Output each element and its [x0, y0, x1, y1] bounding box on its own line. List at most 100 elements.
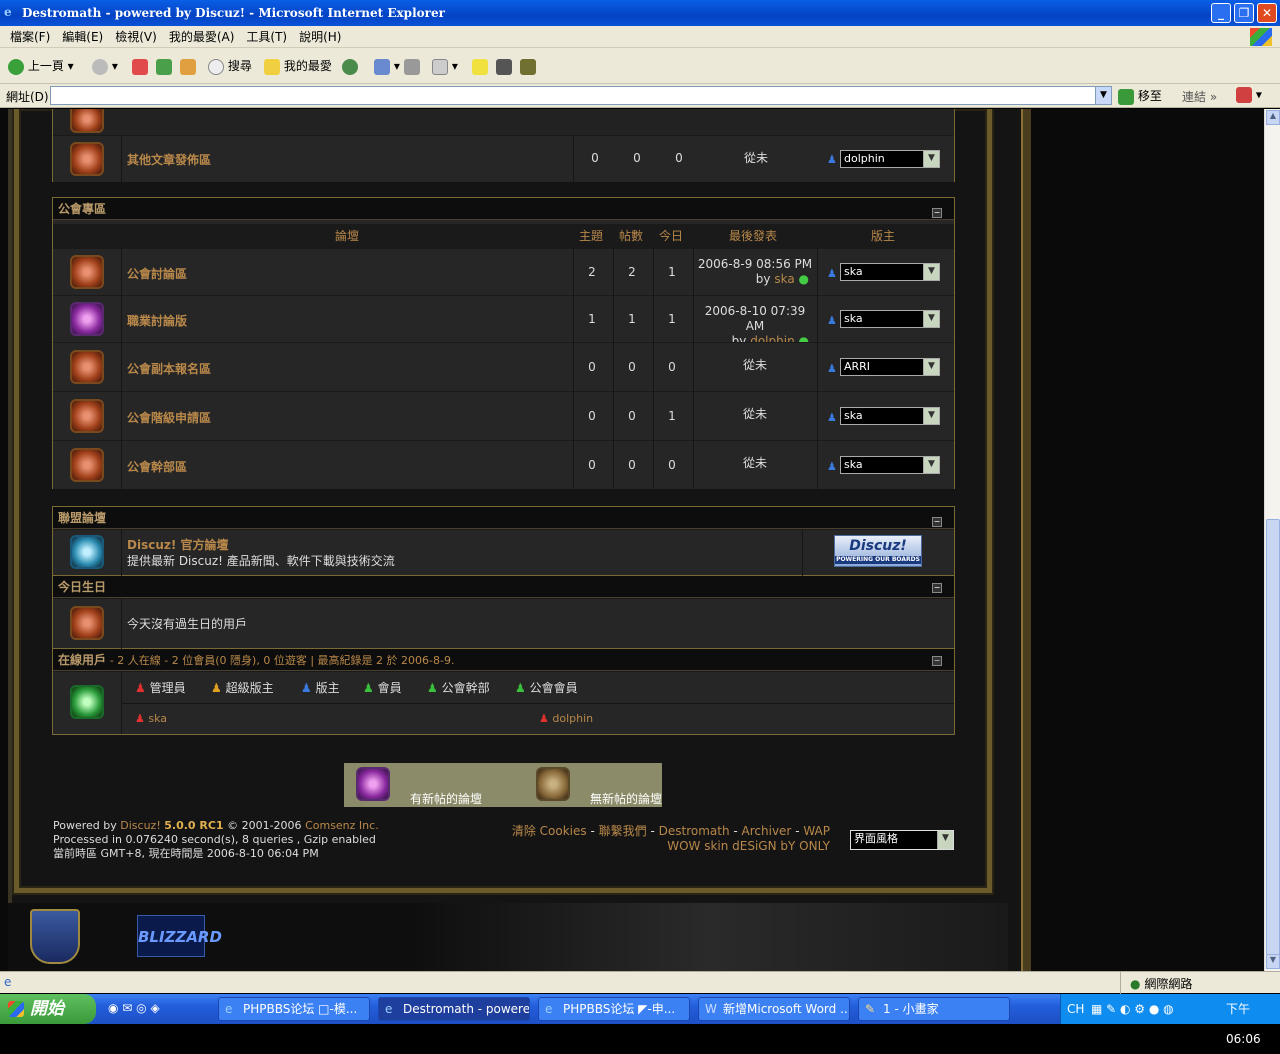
- forum-link[interactable]: 公會副本報名區: [127, 360, 211, 377]
- toolbar: 上一頁 ▾ ▾ 搜尋 我的最愛 ▾ ▾: [0, 48, 1280, 84]
- home-button[interactable]: [180, 56, 196, 76]
- clear-cookies-link[interactable]: 清除 Cookies: [512, 824, 587, 838]
- style-select[interactable]: 界面風格 ▼: [850, 830, 954, 850]
- section-title: 公會專區 −: [53, 198, 954, 220]
- topic-count: 0: [591, 151, 599, 165]
- address-input[interactable]: ▼: [50, 86, 1112, 105]
- chevron-down-icon: ▼: [923, 264, 939, 280]
- menu-file[interactable]: 檔案(F): [4, 26, 56, 48]
- menu-view[interactable]: 檢視(V): [109, 26, 163, 48]
- moderator-select[interactable]: dolphin ▼: [840, 150, 940, 168]
- table-row[interactable]: 職業討論版 1 1 1 2006-8-10 07:39 AM by dolphin…: [53, 295, 954, 348]
- start-button[interactable]: 開始: [0, 994, 96, 1024]
- table-row[interactable]: 其他文章發佈區 0 0 0 從未 ♟ dolphin ▼: [53, 135, 954, 182]
- wap-link[interactable]: WAP: [803, 824, 830, 838]
- footer-links: 清除 Cookies - 聯繫我們 - Destromath - Archive…: [470, 824, 830, 854]
- table-row[interactable]: 公會幹部區 0 0 0 從未 ♟ ska ▼: [53, 440, 954, 489]
- refresh-icon: [156, 58, 172, 75]
- language-indicator[interactable]: CH: [1067, 994, 1084, 1024]
- menu-help[interactable]: 說明(H): [293, 26, 347, 48]
- taskbar-item[interactable]: W 新增Microsoft Word ...: [698, 997, 850, 1021]
- mail-button[interactable]: ▾: [374, 56, 400, 76]
- forum-link[interactable]: 公會階級申請區: [127, 409, 211, 426]
- edit-button[interactable]: ▾: [432, 56, 458, 76]
- messenger-button[interactable]: [496, 56, 512, 76]
- table-row[interactable]: 公會討論區 2 2 1 2006-8-9 08:56 PM by ska ● ♟ …: [53, 248, 954, 295]
- links-button[interactable]: 連結 »: [1182, 88, 1217, 105]
- archiver-link[interactable]: Archiver: [742, 824, 792, 838]
- online-user[interactable]: ♟ ska: [135, 712, 167, 725]
- online-title-link[interactable]: 在線用戶: [58, 653, 106, 667]
- stop-button[interactable]: [132, 56, 148, 76]
- scroll-down-icon[interactable]: ▼: [1266, 954, 1280, 969]
- translate-button[interactable]: ▾: [1236, 87, 1262, 103]
- menu-edit[interactable]: 編輯(E): [56, 26, 109, 48]
- history-button[interactable]: [342, 56, 358, 76]
- moderator-select[interactable]: ska ▼: [840, 310, 940, 328]
- taskbar-item[interactable]: e PHPBBS论坛 □-模...: [218, 997, 370, 1021]
- online-user[interactable]: ♟ dolphin: [539, 712, 593, 725]
- discuss-button[interactable]: [472, 56, 488, 76]
- quicklaunch-icons[interactable]: ◉ ✉ ◎ ◈: [108, 1001, 160, 1015]
- print-button[interactable]: [404, 56, 420, 76]
- go-post-icon[interactable]: ●: [799, 272, 809, 286]
- vertical-scrollbar[interactable]: ▲ ▼: [1264, 109, 1280, 971]
- forum-icon: [70, 109, 104, 133]
- table-row: 今天沒有過生日的用戶: [53, 598, 954, 649]
- moderator-select[interactable]: ARRI ▼: [840, 358, 940, 376]
- clock: 下午 06:06: [1226, 1002, 1261, 1046]
- collapse-icon[interactable]: −: [932, 208, 942, 218]
- collapse-icon[interactable]: −: [932, 517, 942, 527]
- taskbar-item-active[interactable]: eDestromath - powered ...: [378, 997, 530, 1021]
- topic-count: 2: [588, 265, 596, 279]
- maximize-button[interactable]: ❐: [1234, 3, 1254, 23]
- column-headers: 論壇 主題 帖數 今日 最後發表 版主: [53, 224, 954, 248]
- home-link[interactable]: Destromath: [659, 824, 730, 838]
- window-titlebar[interactable]: e Destromath - powered by Discuz! - Micr…: [0, 0, 1280, 26]
- contact-link[interactable]: 聯繫我們: [599, 824, 647, 838]
- scroll-up-icon[interactable]: ▲: [1266, 110, 1280, 125]
- discuz-link[interactable]: Discuz!: [120, 819, 160, 832]
- comsenz-link[interactable]: Comsenz Inc.: [305, 819, 379, 832]
- alliance-link[interactable]: Discuz! 官方論壇: [127, 536, 229, 553]
- mod-user-icon: ♟: [301, 681, 312, 695]
- research-button[interactable]: [520, 56, 536, 76]
- table-row[interactable]: 公會副本報名區 0 0 0 從未 ♟ ARRI ▼: [53, 342, 954, 391]
- menu-favorites[interactable]: 我的最愛(A): [163, 26, 241, 48]
- table-row[interactable]: 公會階級申請區 0 0 1 從未 ♟ ska ▼: [53, 391, 954, 440]
- alliance-crest-icon: [30, 909, 80, 964]
- discuz-logo[interactable]: Discuz! POWERING OUR BOARDS: [834, 535, 922, 567]
- table-row[interactable]: [53, 109, 954, 135]
- moderator-select[interactable]: ska ▼: [840, 456, 940, 474]
- back-button[interactable]: 上一頁 ▾: [8, 56, 74, 76]
- moderator-select[interactable]: ska ▼: [840, 407, 940, 425]
- legend-guild-member: ♟ 公會會員: [515, 681, 578, 695]
- admin-user-icon: ♟: [135, 681, 146, 695]
- forum-box-top: 其他文章發佈區 0 0 0 從未 ♟ dolphin ▼: [52, 109, 955, 182]
- go-button[interactable]: 移至: [1118, 87, 1162, 105]
- taskbar-item[interactable]: ✎ 1 - 小畫家: [858, 997, 1010, 1021]
- moderator-select[interactable]: ska ▼: [840, 263, 940, 281]
- scroll-thumb[interactable]: [1266, 519, 1280, 959]
- collapse-icon[interactable]: −: [932, 656, 942, 666]
- close-button[interactable]: ✕: [1257, 3, 1277, 23]
- favorites-button[interactable]: 我的最愛: [264, 56, 332, 76]
- forum-link[interactable]: 職業討論版: [127, 312, 187, 329]
- menu-tools[interactable]: 工具(T): [240, 26, 293, 48]
- refresh-button[interactable]: [156, 56, 172, 76]
- blizzard-logo[interactable]: BLIZZARD: [137, 915, 222, 957]
- taskbar-item[interactable]: e PHPBBS论坛 ◤-申...: [538, 997, 690, 1021]
- table-row[interactable]: Discuz! 官方論壇 提供最新 Discuz! 產品新聞、軟件下載與技術交流…: [53, 529, 954, 576]
- minimize-button[interactable]: _: [1211, 3, 1231, 23]
- section-title: 今日生日 −: [53, 576, 954, 598]
- collapse-icon[interactable]: −: [932, 583, 942, 593]
- topic-count: 0: [588, 458, 596, 472]
- tray-icons[interactable]: ▦ ✎ ◐ ⚙ ● ◍: [1091, 994, 1174, 1024]
- birthday-icon: [70, 606, 104, 640]
- forum-link[interactable]: 公會幹部區: [127, 458, 187, 475]
- address-dropdown-icon[interactable]: ▼: [1095, 87, 1111, 104]
- forward-button[interactable]: ▾: [92, 56, 118, 76]
- user-link[interactable]: ska: [774, 272, 794, 286]
- chevron-down-icon: ▼: [923, 311, 939, 327]
- search-button[interactable]: 搜尋: [208, 56, 252, 76]
